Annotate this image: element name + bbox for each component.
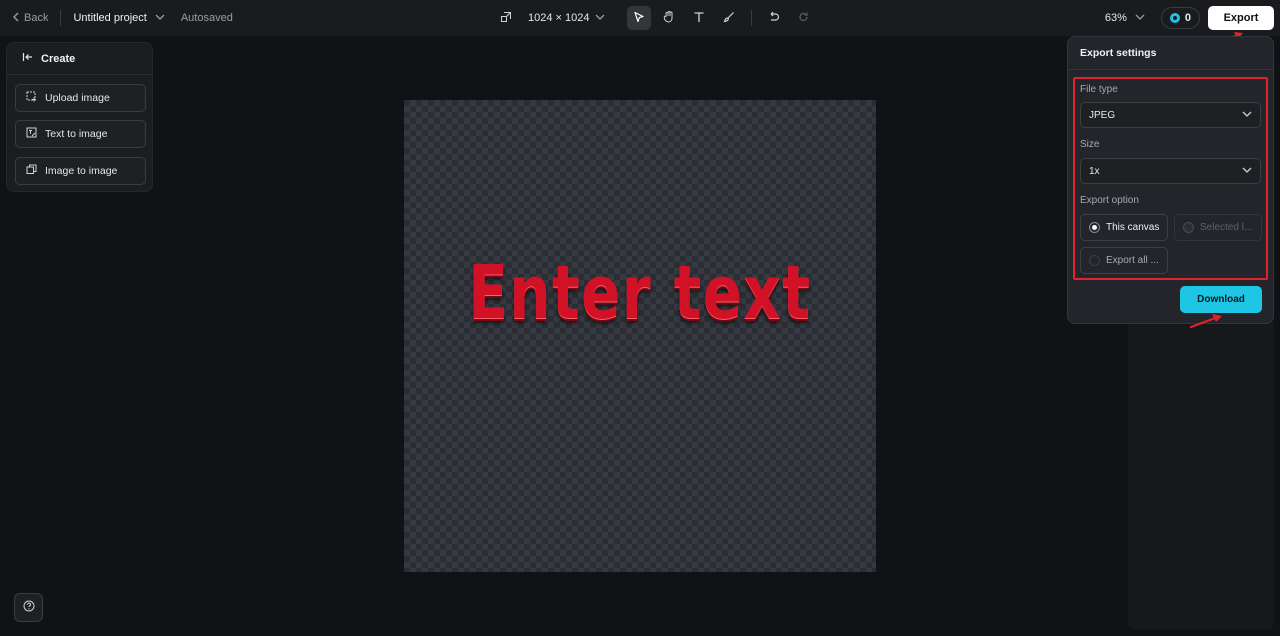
cursor-icon [633, 11, 645, 26]
design-canvas[interactable]: Enter text [404, 100, 876, 572]
create-panel-title: Create [41, 52, 76, 65]
select-tool-button[interactable] [627, 6, 652, 30]
redo-icon [798, 11, 810, 26]
upload-image-label: Upload image [45, 92, 110, 104]
undo-button[interactable] [762, 6, 786, 30]
file-type-select[interactable]: JPEG [1080, 102, 1261, 128]
size-select[interactable]: 1x [1080, 158, 1261, 184]
credits-badge[interactable]: 0 [1160, 7, 1200, 29]
text-tool-button[interactable] [687, 6, 711, 30]
export-settings-title: Export settings [1068, 37, 1273, 70]
radio-selected-icon [1089, 222, 1100, 233]
annotation-arrow-icon [1189, 314, 1222, 329]
back-button[interactable]: Back [12, 12, 48, 25]
toolbar: 1024 × 1024 [500, 0, 816, 36]
option-selected-label: Selected l... [1200, 222, 1253, 233]
zoom-dropdown[interactable]: 63% [1105, 12, 1145, 24]
chevron-down-icon [155, 12, 165, 24]
chevron-left-icon [12, 12, 20, 25]
create-panel: Create Upload image Text to image Image … [6, 42, 153, 192]
resize-icon [500, 11, 512, 26]
export-settings-panel: Export settings File type JPEG Size 1x E… [1067, 36, 1274, 324]
export-button[interactable]: Export [1208, 6, 1274, 30]
option-this-canvas[interactable]: This canvas [1080, 214, 1168, 241]
upload-image-button[interactable]: Upload image [15, 84, 146, 112]
option-selected-layers[interactable]: Selected l... [1174, 214, 1262, 241]
image-to-image-button[interactable]: Image to image [15, 157, 146, 185]
text-to-image-icon [26, 127, 37, 141]
autosave-status: Autosaved [180, 12, 233, 24]
top-bar: Back Untitled project Autosaved 1024 × 1… [0, 0, 1280, 36]
chevron-down-icon [1135, 12, 1145, 24]
credit-coin-icon [1169, 13, 1180, 23]
text-icon [693, 11, 705, 26]
brush-tool-button[interactable] [717, 6, 741, 30]
top-bar-left: Back Untitled project Autosaved [12, 0, 233, 36]
export-option-label: Export option [1080, 195, 1139, 206]
text-to-image-button[interactable]: Text to image [15, 120, 146, 148]
project-name-dropdown[interactable]: Untitled project [73, 12, 165, 24]
upload-image-icon [26, 91, 37, 105]
file-type-value: JPEG [1089, 109, 1116, 121]
redo-button[interactable] [792, 6, 816, 30]
chevron-down-icon [595, 12, 605, 24]
hand-tool-button[interactable] [657, 6, 681, 30]
chevron-down-icon [1242, 166, 1252, 177]
help-icon [23, 599, 35, 617]
hand-icon [663, 10, 675, 26]
right-side-panel [1128, 322, 1274, 629]
divider [60, 10, 62, 26]
collapse-left-icon [22, 52, 33, 65]
project-name: Untitled project [73, 12, 147, 24]
zoom-level: 63% [1104, 12, 1127, 24]
download-button[interactable]: Download [1180, 286, 1262, 313]
text-to-image-label: Text to image [45, 128, 108, 140]
top-bar-right: 63% 0 Export [1105, 0, 1274, 36]
image-to-image-label: Image to image [45, 165, 118, 177]
undo-icon [768, 11, 780, 26]
size-value: 1x [1089, 165, 1100, 177]
option-export-all-label: Export all ... [1106, 255, 1159, 266]
canvas-text-layer[interactable]: Enter text [456, 250, 824, 336]
option-export-all[interactable]: Export all ... [1080, 247, 1168, 274]
divider [751, 10, 753, 26]
credits-count: 0 [1184, 12, 1191, 24]
canvas-size-label: 1024 × 1024 [528, 12, 590, 24]
brush-icon [723, 11, 735, 26]
option-this-canvas-label: This canvas [1106, 222, 1160, 233]
chevron-down-icon [1242, 110, 1252, 121]
back-label: Back [24, 12, 49, 24]
size-label: Size [1080, 139, 1100, 150]
canvas-size-dropdown[interactable]: 1024 × 1024 [500, 11, 605, 26]
help-button[interactable] [14, 593, 43, 622]
image-to-image-icon [26, 164, 37, 178]
create-panel-header[interactable]: Create [7, 43, 152, 75]
radio-disabled-icon [1183, 222, 1194, 233]
radio-unselected-icon [1089, 255, 1100, 266]
file-type-label: File type [1080, 84, 1118, 95]
